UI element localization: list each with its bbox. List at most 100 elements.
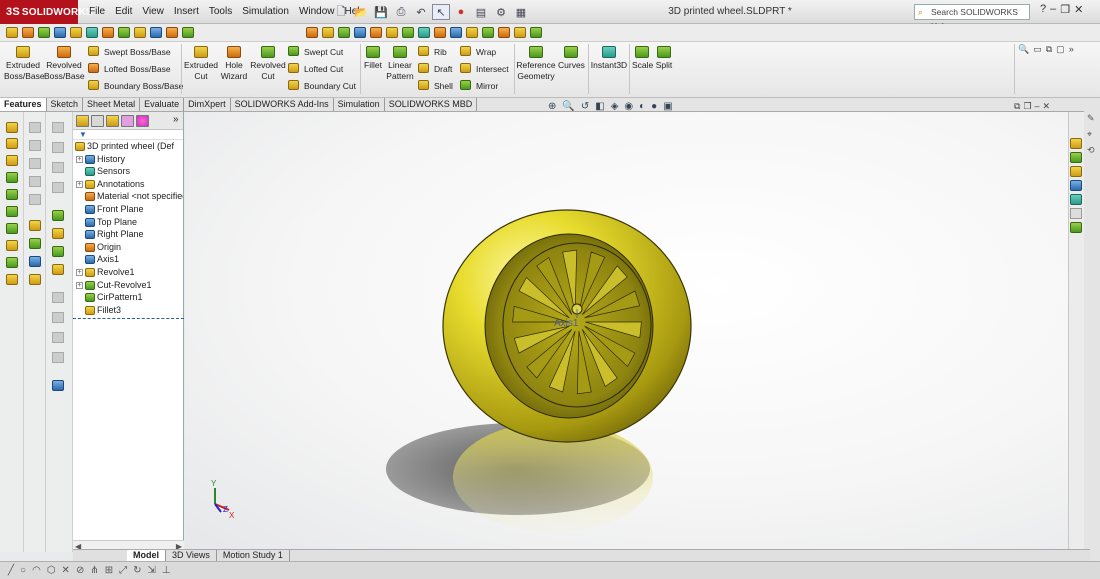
open-icon[interactable]: 📂 (352, 4, 370, 20)
tool-icon[interactable]: ⟲ (1087, 142, 1095, 158)
expand-icon[interactable]: + (76, 268, 83, 276)
pattern-sketch-icon[interactable] (150, 27, 162, 38)
relation-icon[interactable] (182, 27, 194, 38)
filter-icon[interactable]: ▼ (73, 130, 183, 140)
grid-icon[interactable]: ▦ (512, 4, 530, 20)
view-icon[interactable]: ▭ (1033, 44, 1042, 55)
sketch-mirror-icon[interactable]: ⋔ (90, 565, 98, 576)
tree-root-part[interactable]: 3D printed wheel (Def (73, 140, 183, 153)
sketch-rotate-icon[interactable]: ↻ (133, 565, 141, 576)
feature-tool-icon[interactable] (29, 238, 41, 249)
forum-icon[interactable] (1070, 222, 1082, 233)
shell-button[interactable]: Shell (418, 80, 453, 92)
search-help-input[interactable]: ⌕Search SOLIDWORKS Help (914, 4, 1030, 31)
viewport-close-icon[interactable]: ✕ (1043, 101, 1051, 112)
sketch-offset-icon[interactable]: ⊘ (76, 565, 84, 576)
rebuild-icon[interactable]: ● (452, 4, 470, 20)
restore-icon[interactable]: ❐ (1060, 3, 1070, 16)
expand-icon[interactable]: + (76, 180, 83, 188)
tab-sheet-metal[interactable]: Sheet Metal (83, 98, 141, 111)
tree-item[interactable]: CirPattern1 (73, 291, 183, 304)
boundary-cut-button[interactable]: Boundary Cut (288, 80, 356, 92)
feature-tool-icon[interactable] (52, 228, 64, 239)
sketch-arc-icon[interactable]: ◠ (32, 565, 41, 576)
revolved-cut-button[interactable]: Revolved Cut (250, 46, 286, 82)
sketch-polygon-icon[interactable]: ⬡ (47, 565, 56, 576)
lofted-cut-button[interactable]: Lofted Cut (288, 63, 343, 75)
rect-icon[interactable] (38, 27, 50, 38)
line-icon[interactable] (22, 27, 34, 38)
expand-icon[interactable]: + (76, 155, 83, 163)
tree-item[interactable]: Sensors (73, 165, 183, 178)
tree-item[interactable]: Top Plane (73, 216, 183, 229)
tab-model[interactable]: Model (127, 550, 166, 561)
line-tool-icon[interactable] (6, 155, 18, 166)
feature-tool-icon[interactable] (29, 220, 41, 231)
split-button[interactable]: Split (654, 46, 674, 71)
tab-features[interactable]: Features (0, 98, 47, 111)
new-document-icon[interactable]: 🗋 (332, 4, 350, 20)
undo-icon[interactable]: ↶ (412, 4, 430, 20)
feature-tool-icon[interactable] (52, 246, 64, 257)
circle-tool-icon[interactable] (6, 189, 18, 200)
polygon-tool-icon[interactable] (6, 223, 18, 234)
save-icon[interactable]: 💾 (372, 4, 390, 20)
section-view-icon[interactable]: ◧ (595, 101, 604, 112)
zoom-area-icon[interactable]: 🔍 (562, 101, 574, 112)
curves-button[interactable]: Curves (558, 46, 585, 71)
revolved-boss-button[interactable]: Revolved Boss/Base (44, 46, 85, 82)
tree-item[interactable]: Material <not specified (73, 190, 183, 203)
sketch-pattern-icon[interactable]: ⊞ (105, 565, 113, 576)
offset-icon[interactable] (118, 27, 130, 38)
sketch-icon[interactable] (6, 122, 18, 133)
display-style-icon[interactable]: ◉ (624, 101, 633, 112)
extruded-cut-button[interactable]: Extruded Cut (184, 46, 218, 82)
rib-button[interactable]: Rib (418, 46, 447, 58)
tree-item[interactable]: Axis1 (73, 253, 183, 266)
hide-show-icon[interactable]: ◐ (639, 101, 645, 112)
circle-icon[interactable] (54, 27, 66, 38)
tab-sketch[interactable]: Sketch (47, 98, 84, 111)
tree-item[interactable]: Origin (73, 241, 183, 254)
viewport-minimize-icon[interactable]: – (1035, 101, 1040, 112)
tree-item[interactable]: Right Plane (73, 228, 183, 241)
curve-small-icon[interactable] (482, 27, 494, 38)
tab-evaluate[interactable]: Evaluate (140, 98, 185, 111)
mirror-button[interactable]: Mirror (460, 80, 498, 92)
menu-edit[interactable]: Edit (110, 0, 137, 24)
display-manager-tab-icon[interactable] (136, 115, 149, 127)
graphics-area[interactable]: Y X Z (185, 112, 1068, 549)
arc-tool-icon[interactable] (6, 206, 18, 217)
tree-item[interactable]: + History (73, 153, 183, 166)
mirror-sketch-icon[interactable] (134, 27, 146, 38)
scale-button[interactable]: Scale (632, 46, 653, 71)
menu-simulation[interactable]: Simulation (237, 0, 294, 24)
previous-view-icon[interactable]: ↺ (581, 101, 589, 112)
loft-small-icon[interactable] (354, 27, 366, 38)
rib-small-icon[interactable] (530, 27, 542, 38)
viewport-tile-icon[interactable]: ⧉ (1014, 101, 1020, 112)
dimxpert-tab-icon[interactable] (121, 115, 134, 127)
sketch-relation-icon[interactable]: ⊥ (162, 565, 171, 576)
tab-addins[interactable]: SOLIDWORKS Add-Ins (231, 98, 334, 111)
feature-tool-icon[interactable] (29, 274, 41, 285)
spline-tool-icon[interactable] (6, 240, 18, 251)
fillet-small-icon[interactable] (370, 27, 382, 38)
sketch-trim-icon[interactable]: ✕ (62, 565, 70, 576)
spline-icon[interactable] (86, 27, 98, 38)
intersect-button[interactable]: Intersect (460, 63, 509, 75)
mirror-small-icon[interactable] (514, 27, 526, 38)
tree-item[interactable]: + Cut-Revolve1 (73, 279, 183, 292)
help-icon[interactable]: ? (1040, 3, 1046, 16)
tab-mbd[interactable]: SOLIDWORKS MBD (385, 98, 478, 111)
feature-tree-tab-icon[interactable] (76, 115, 89, 127)
view-orientation-icon[interactable]: ◈ (611, 101, 619, 112)
plane-small-icon[interactable] (450, 27, 462, 38)
pattern-small-icon[interactable] (498, 27, 510, 38)
file-explorer-icon[interactable] (1070, 166, 1082, 177)
appearances-icon[interactable] (1070, 194, 1082, 205)
draft-button[interactable]: Draft (418, 63, 452, 75)
viewport-restore-icon[interactable]: ❐ (1023, 101, 1031, 112)
smart-dimension-icon[interactable] (6, 138, 18, 149)
boundary-boss-button[interactable]: Boundary Boss/Base (88, 80, 183, 92)
